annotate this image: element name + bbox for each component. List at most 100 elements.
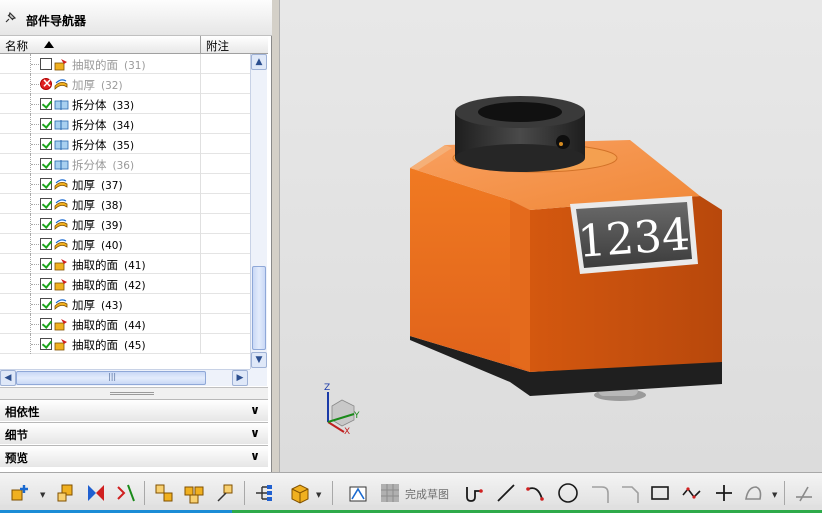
vertical-scroll-thumb[interactable] — [252, 266, 266, 350]
chamfer-icon[interactable] — [618, 481, 642, 505]
tree-row[interactable]: 抽取的面 (45) — [0, 334, 250, 354]
constraint-icon[interactable] — [114, 481, 138, 505]
chevron-down-icon[interactable]: ∨ — [246, 425, 264, 442]
column-divider — [200, 274, 201, 294]
feature-label: 拆分体 (33) — [72, 97, 134, 113]
column-divider — [200, 214, 201, 234]
tree-row[interactable]: 抽取的面 (41) — [0, 254, 250, 274]
trim-icon[interactable] — [792, 481, 816, 505]
arc-icon[interactable] — [524, 481, 548, 505]
visibility-checkbox[interactable] — [40, 138, 52, 150]
fillet-icon[interactable] — [588, 481, 612, 505]
panel-splitter[interactable] — [0, 387, 268, 399]
feature-label: 加厚 (39) — [72, 217, 123, 233]
scroll-right-button[interactable]: ▶ — [232, 370, 248, 386]
section-dependencies-label: 相依性 — [5, 405, 40, 419]
section-dependencies[interactable]: 相依性 ∨ — [0, 399, 268, 421]
feature-number: (39) — [101, 220, 123, 232]
visibility-checkbox[interactable] — [40, 318, 52, 330]
dropdown-arrow-icon[interactable]: ▼ — [316, 491, 321, 499]
tree-row[interactable]: 抽取的面 (31) — [0, 54, 250, 74]
scroll-up-button[interactable]: ▲ — [251, 54, 267, 70]
feature-number: (40) — [101, 240, 123, 252]
visibility-checkbox[interactable] — [40, 258, 52, 270]
show-component-icon[interactable] — [288, 481, 312, 505]
dropdown-arrow-icon[interactable]: ▼ — [772, 491, 777, 499]
pin-icon[interactable] — [4, 11, 17, 24]
visibility-checkbox[interactable] — [40, 118, 52, 130]
column-divider — [200, 74, 201, 94]
tree-row[interactable]: 加厚 (40) — [0, 234, 250, 254]
tree-row[interactable]: 拆分体 (35) — [0, 134, 250, 154]
line-icon[interactable] — [494, 481, 518, 505]
tree-row[interactable]: 加厚 (38) — [0, 194, 250, 214]
visibility-checkbox[interactable] — [40, 198, 52, 210]
point-icon[interactable] — [712, 481, 736, 505]
offset-curve-icon[interactable] — [742, 481, 766, 505]
assembly-navigator-icon[interactable] — [252, 481, 276, 505]
sketch-icon[interactable] — [346, 481, 370, 505]
visibility-checkbox[interactable] — [40, 298, 52, 310]
finish-sketch-icon[interactable] — [378, 481, 402, 505]
column-divider[interactable] — [200, 36, 201, 54]
mirror-assembly-icon[interactable] — [84, 481, 108, 505]
horizontal-scrollbar[interactable]: ◀ ||| ▶ — [0, 369, 250, 386]
section-details[interactable]: 细节 ∨ — [0, 422, 268, 444]
visibility-checkbox[interactable] — [40, 238, 52, 250]
section-preview[interactable]: 预览 ∨ — [0, 445, 268, 467]
tree-line — [31, 324, 39, 325]
arrangement-icon[interactable] — [182, 481, 206, 505]
tree-row[interactable]: 拆分体 (34) — [0, 114, 250, 134]
tree-row[interactable]: 加厚 (39) — [0, 214, 250, 234]
feature-number: (42) — [124, 280, 146, 292]
visibility-checkbox[interactable] — [40, 58, 52, 70]
tree-row[interactable]: 拆分体 (36) — [0, 154, 250, 174]
tree-line — [31, 344, 39, 345]
visibility-checkbox[interactable] — [40, 218, 52, 230]
tree-row[interactable]: 加厚 (43) — [0, 294, 250, 314]
tree-row[interactable]: 抽取的面 (44) — [0, 314, 250, 334]
scroll-down-button[interactable]: ▼ — [251, 352, 267, 368]
feature-number: (31) — [124, 60, 146, 72]
tree-row[interactable]: 加厚 (32) — [0, 74, 250, 94]
assembly-component-icon[interactable] — [54, 481, 78, 505]
finish-sketch-label[interactable]: 完成草图 — [405, 486, 449, 502]
thicken-icon — [54, 178, 69, 191]
column-note-header[interactable]: 附注 — [206, 38, 229, 54]
tree-row[interactable]: 加厚 (37) — [0, 174, 250, 194]
chevron-down-icon[interactable]: ∨ — [246, 448, 264, 465]
toolbar-separator — [332, 481, 333, 505]
body-edge-face — [510, 200, 530, 372]
feature-number: (33) — [112, 100, 135, 112]
tree-line — [31, 124, 39, 125]
wave-link-icon[interactable] — [214, 481, 238, 505]
feature-number: (32) — [101, 80, 123, 92]
column-name-header[interactable]: 名称 — [5, 38, 28, 54]
thicken-icon — [54, 198, 69, 211]
rectangle-icon[interactable] — [648, 481, 672, 505]
feature-number: (37) — [101, 180, 123, 192]
profile-icon[interactable] — [462, 481, 486, 505]
polygon-spline-icon[interactable] — [680, 481, 704, 505]
visibility-checkbox[interactable] — [40, 158, 52, 170]
tree-row[interactable]: 抽取的面 (42) — [0, 274, 250, 294]
dropdown-arrow-icon[interactable]: ▼ — [40, 491, 45, 499]
chevron-down-icon[interactable]: ∨ — [246, 402, 264, 419]
visibility-checkbox[interactable] — [40, 338, 52, 350]
column-divider — [200, 94, 201, 114]
new-component-icon[interactable] — [8, 481, 32, 505]
feature-name: 抽取的面 — [72, 58, 118, 72]
error-status-icon[interactable] — [40, 76, 52, 90]
circle-icon[interactable] — [556, 481, 580, 505]
tree-row[interactable]: 拆分体 (33) — [0, 94, 250, 114]
feature-label: 抽取的面 (31) — [72, 57, 146, 73]
visibility-checkbox[interactable] — [40, 178, 52, 190]
set-screw-hole — [556, 135, 570, 149]
visibility-checkbox[interactable] — [40, 98, 52, 110]
explode-view-icon[interactable] — [152, 481, 176, 505]
graphics-viewport[interactable]: 1234 Z Y X — [279, 0, 822, 472]
scroll-left-button[interactable]: ◀ — [0, 370, 16, 386]
model-render[interactable]: 1234 Z Y X — [280, 0, 822, 472]
visibility-checkbox[interactable] — [40, 278, 52, 290]
vertical-scrollbar[interactable]: ▲ ▼ — [250, 54, 267, 369]
